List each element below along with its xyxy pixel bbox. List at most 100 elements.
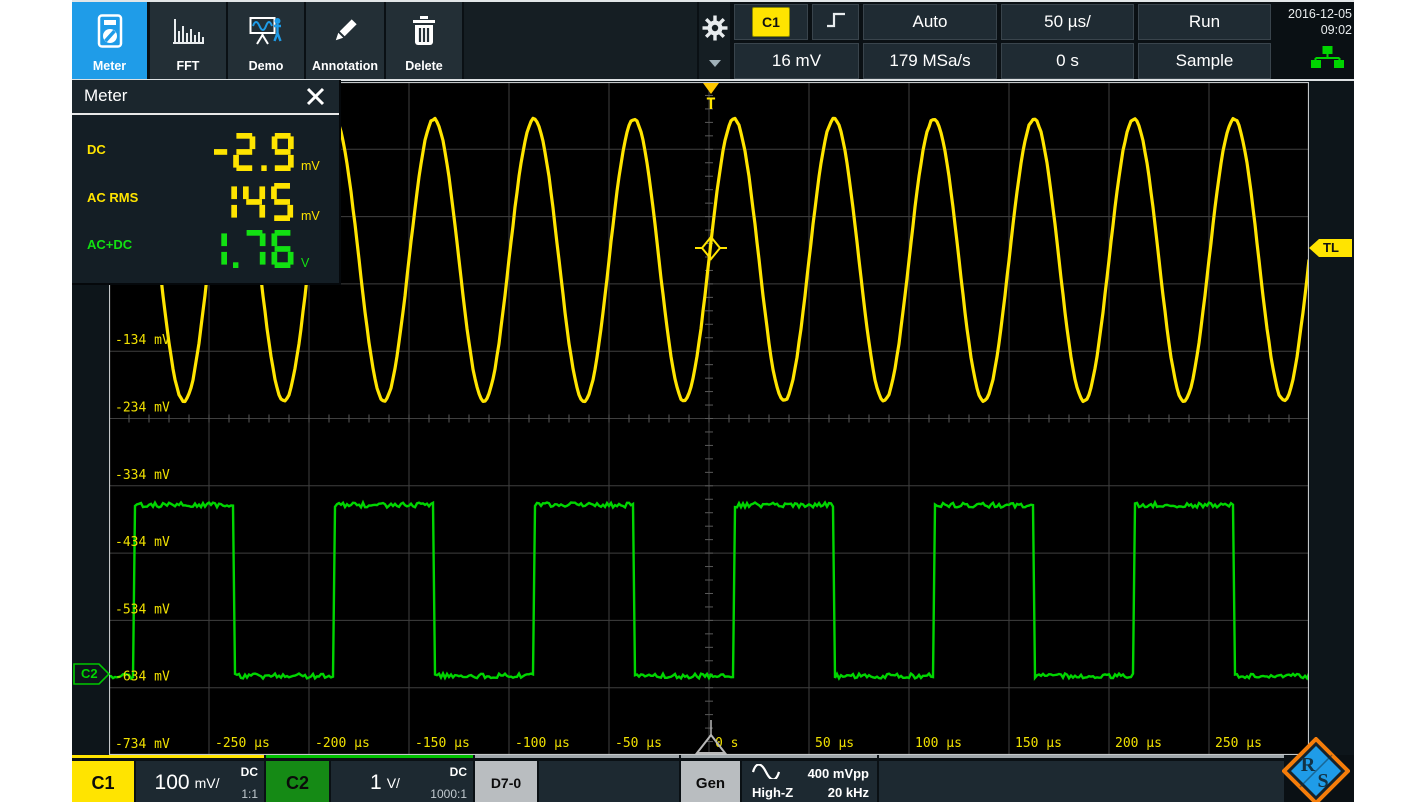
svg-text:-334 mV: -334 mV (115, 468, 170, 483)
toolbar-button-demo[interactable]: Demo (228, 2, 304, 79)
svg-text:150 µs: 150 µs (1015, 736, 1062, 751)
channel2-scale: 1 (370, 771, 382, 795)
rohde-schwarz-logo: R S (1282, 737, 1350, 802)
generator-cell[interactable]: High-Z 400 mVpp 20 kHz (742, 761, 877, 802)
meter-row-unit: mV (301, 209, 320, 223)
meter-row-label: DC (87, 142, 106, 157)
svg-text:-434 mV: -434 mV (115, 535, 170, 550)
meter-row-label: AC+DC (87, 237, 132, 252)
channel2-ground-marker[interactable]: C2 (73, 663, 111, 690)
digital-channels-section: D7-0 (475, 755, 679, 802)
meter-row-value (205, 230, 294, 273)
trigger-source-badge: C1 (752, 7, 790, 37)
channel2-scale-unit: V/ (387, 775, 400, 791)
meter-row-label: AC RMS (87, 190, 138, 205)
channel1-section: C1 100 mV/ DC 1:1 (72, 755, 264, 802)
channel1-scale: 100 (155, 771, 190, 795)
svg-text:-234 mV: -234 mV (115, 401, 170, 416)
channel1-probe: 1:1 (241, 787, 258, 801)
channel2-badge[interactable]: C2 (266, 761, 329, 802)
toolbar-button-label: Demo (249, 59, 284, 73)
channel2-coupling: DC (450, 765, 467, 779)
trigger-slope-cell[interactable] (812, 4, 859, 40)
meter-dialog-header[interactable]: Meter (72, 80, 339, 115)
toolbar-empty-area (464, 2, 697, 79)
generator-section: Gen High-Z 400 mVpp 20 kHz (681, 755, 877, 802)
channel-bar: C1 100 mV/ DC 1:1 C2 1 V/ DC 1000:1 D7-0 (72, 755, 1354, 802)
acquisition-mode-cell[interactable]: Sample (1138, 43, 1271, 79)
delete-icon (386, 2, 462, 59)
channel1-scale-unit: mV/ (195, 775, 220, 791)
generator-badge[interactable]: Gen (681, 761, 740, 802)
channel2-section: C2 1 V/ DC 1000:1 (266, 755, 473, 802)
toolbar-button-label: Annotation (312, 59, 378, 73)
generator-impedance: High-Z (752, 785, 793, 800)
svg-text:-100 µs: -100 µs (515, 736, 570, 751)
trigger-level-marker[interactable]: TL (1309, 237, 1354, 264)
trigger-level-cell[interactable]: 16 mV (734, 43, 859, 79)
datetime-display: 2016-12-05 09:02 (1275, 2, 1352, 79)
toolbar-button-meter[interactable]: Meter (72, 2, 147, 79)
generator-frequency: 20 kHz (828, 785, 869, 800)
gear-icon (702, 15, 728, 46)
trigger-status-grid: C1 Auto 50 µs/ Run 16 mV 179 MSa/s 0 s S… (732, 2, 1354, 79)
channel2-scale-cell[interactable]: 1 V/ DC 1000:1 (331, 761, 473, 802)
acquisition-state-cell[interactable]: Run (1138, 4, 1271, 40)
trigger-level-tag-label: TL (1323, 240, 1339, 255)
horizontal-position-cell[interactable]: 0 s (1001, 43, 1134, 79)
toolbar-button-label: FFT (177, 59, 200, 73)
fft-icon (150, 2, 226, 59)
channel2-tag-label: C2 (81, 666, 98, 681)
network-lan-icon (1311, 46, 1344, 73)
svg-text:-134 mV: -134 mV (115, 333, 170, 348)
digital-channels-cell[interactable] (539, 761, 679, 802)
toolbar-button-fft[interactable]: FFT (150, 2, 226, 79)
generator-amplitude: 400 mVpp (808, 766, 869, 781)
svg-text:200 µs: 200 µs (1115, 736, 1162, 751)
demo-icon (228, 2, 304, 59)
trigger-mode-cell[interactable]: Auto (863, 4, 997, 40)
svg-text:50 µs: 50 µs (815, 736, 854, 751)
settings-gear-button[interactable] (699, 2, 730, 79)
svg-text:-150 µs: -150 µs (415, 736, 470, 751)
oscilloscope-screen: Meter FFT (72, 0, 1354, 802)
svg-text:250 µs: 250 µs (1215, 736, 1262, 751)
sample-rate-cell[interactable]: 179 MSa/s (863, 43, 997, 79)
toolbar-button-label: Delete (405, 59, 443, 73)
close-icon[interactable] (306, 87, 325, 111)
channel1-badge[interactable]: C1 (72, 761, 134, 802)
svg-text:S: S (1317, 770, 1328, 792)
meter-dialog: Meter DC mV AC RMS mV AC+DC V (72, 80, 341, 285)
meter-row-value (214, 133, 294, 176)
meter-icon (72, 2, 147, 59)
meter-dialog-title: Meter (84, 86, 127, 106)
svg-text:-200 µs: -200 µs (315, 736, 370, 751)
svg-text:-50 µs: -50 µs (615, 736, 662, 751)
annotation-icon (306, 2, 384, 59)
date-text: 2016-12-05 (1275, 6, 1352, 22)
trigger-source-cell[interactable]: C1 (734, 4, 808, 40)
meter-row-value (215, 183, 294, 226)
channel1-scale-cell[interactable]: 100 mV/ DC 1:1 (136, 761, 264, 802)
svg-text:100 µs: 100 µs (915, 736, 962, 751)
svg-text:-250 µs: -250 µs (215, 736, 270, 751)
toolbar-button-annotation[interactable]: Annotation (306, 2, 384, 79)
timebase-cell[interactable]: 50 µs/ (1001, 4, 1134, 40)
time-text: 09:02 (1275, 22, 1352, 38)
top-toolbar: Meter FFT (72, 2, 1354, 79)
svg-text:-734 mV: -734 mV (115, 737, 170, 752)
channel1-coupling: DC (241, 765, 258, 779)
channel2-probe: 1000:1 (430, 787, 467, 801)
gear-dropdown-caret-icon (709, 60, 721, 67)
empty-section (879, 755, 1284, 802)
meter-row-unit: V (301, 256, 309, 270)
screen-top-border (72, 0, 1354, 2)
digital-channels-badge[interactable]: D7-0 (475, 761, 537, 802)
toolbar-button-delete[interactable]: Delete (386, 2, 462, 79)
svg-text:T: T (706, 94, 716, 113)
rising-edge-icon (825, 9, 847, 36)
sine-wave-icon (752, 764, 780, 784)
toolbar-button-label: Meter (93, 59, 126, 73)
page-background: Meter FFT (0, 0, 1426, 802)
meter-row-unit: mV (301, 159, 320, 173)
